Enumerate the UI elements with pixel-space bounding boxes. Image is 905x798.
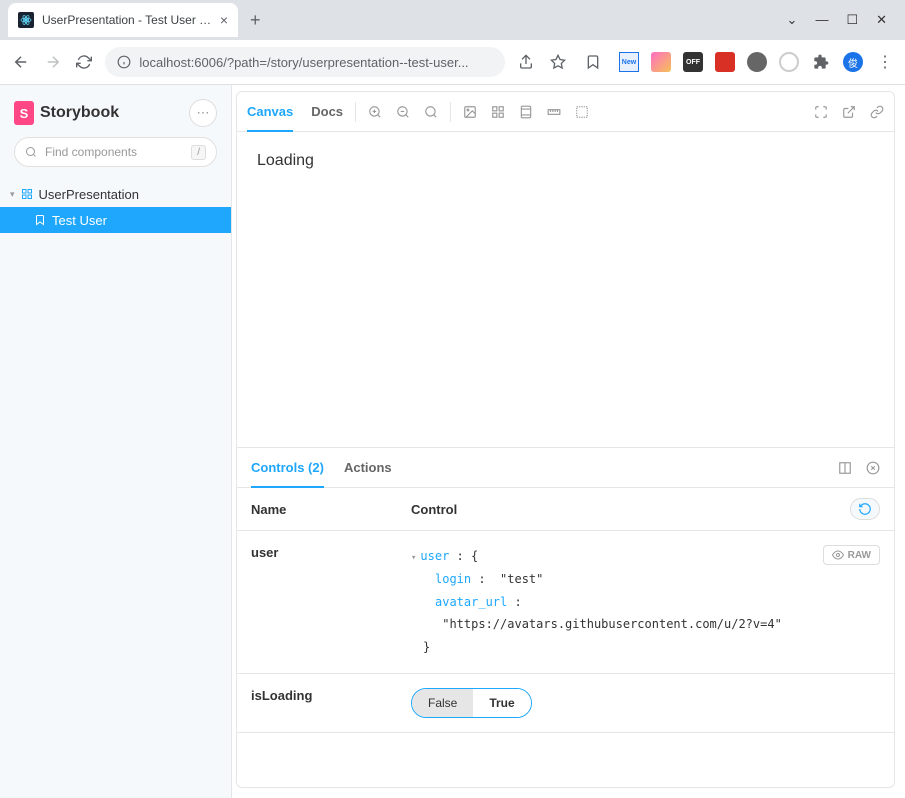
component-icon: [21, 188, 33, 200]
new-tab-button[interactable]: +: [250, 10, 261, 31]
forward-button[interactable]: [42, 48, 64, 76]
viewport-icon[interactable]: [519, 105, 533, 119]
addon-tabs: Controls (2) Actions: [237, 448, 894, 488]
addon-close-icon[interactable]: [866, 461, 880, 475]
bookmark-icon: [34, 214, 46, 226]
tree-component-userpresentation[interactable]: ▾ UserPresentation: [0, 181, 231, 207]
search-wrap: Find components /: [0, 137, 231, 177]
search-input[interactable]: Find components /: [14, 137, 217, 167]
search-icon: [25, 146, 37, 158]
sidebar-header: S Storybook ⋯: [0, 85, 231, 137]
browser-tab[interactable]: UserPresentation - Test User · Sto ×: [8, 3, 238, 37]
control-value-isloading: False True: [411, 688, 880, 718]
zoom-reset-icon[interactable]: [424, 105, 438, 119]
open-new-tab-icon[interactable]: [842, 105, 856, 119]
separator: [355, 102, 356, 122]
reload-button[interactable]: [74, 48, 96, 76]
sidebar-menu-button[interactable]: ⋯: [189, 99, 217, 127]
sidebar: S Storybook ⋯ Find components / ▾ UserPr…: [0, 85, 232, 798]
grid-icon[interactable]: [491, 105, 505, 119]
tab-docs[interactable]: Docs: [311, 92, 343, 131]
extension-pink-icon[interactable]: [651, 52, 671, 72]
background-icon[interactable]: [463, 105, 477, 119]
raw-toggle-button[interactable]: RAW: [823, 545, 880, 565]
control-name-user: user: [251, 545, 411, 560]
chevron-down-icon: ▾: [10, 189, 15, 200]
controls-table: Name Control user ▾user : { login : "tes…: [237, 488, 894, 787]
preview-panel: Canvas Docs: [236, 91, 895, 788]
search-placeholder: Find components: [45, 145, 137, 159]
canvas-content: Loading: [257, 152, 314, 169]
addon-orientation-icon[interactable]: [838, 461, 852, 475]
address-bar: localhost:6006/?path=/story/userpresenta…: [0, 40, 905, 84]
storybook-logo[interactable]: S Storybook: [14, 101, 119, 125]
url-text: localhost:6006/?path=/story/userpresenta…: [139, 55, 468, 70]
chevron-down-icon[interactable]: ⌄: [787, 12, 798, 28]
toggle-false[interactable]: False: [412, 689, 473, 717]
tab-actions[interactable]: Actions: [344, 448, 392, 487]
extensions-area: New OFF 俊 ⋮: [579, 48, 895, 76]
story-canvas: Loading: [237, 132, 894, 447]
tree-component-label: UserPresentation: [39, 187, 139, 202]
addons-panel: Controls (2) Actions Name Control user: [237, 447, 894, 787]
tab-controls[interactable]: Controls (2): [251, 449, 324, 488]
search-shortcut: /: [191, 145, 206, 160]
extension-circle-icon[interactable]: [779, 52, 799, 72]
url-field[interactable]: localhost:6006/?path=/story/userpresenta…: [105, 47, 505, 77]
tab-title: UserPresentation - Test User · Sto: [42, 13, 214, 27]
storybook-logo-icon: S: [14, 101, 34, 125]
zoom-out-icon[interactable]: [396, 105, 410, 119]
fullscreen-icon[interactable]: [814, 105, 828, 119]
extension-gray-icon[interactable]: [747, 52, 767, 72]
main-area: Canvas Docs: [232, 85, 905, 798]
close-icon[interactable]: ✕: [876, 12, 887, 28]
boolean-toggle[interactable]: False True: [411, 688, 532, 718]
window-controls: ⌄ — ☐ ✕: [787, 12, 905, 28]
control-row-isloading: isLoading False True: [237, 674, 894, 733]
extension-red-icon[interactable]: [715, 52, 735, 72]
toolbar: Canvas Docs: [237, 92, 894, 132]
component-tree: ▾ UserPresentation Test User: [0, 177, 231, 233]
extension-new-icon[interactable]: New: [619, 52, 639, 72]
bookmark-icon[interactable]: [579, 48, 607, 76]
share-icon[interactable]: [515, 48, 537, 76]
browser-menu-icon[interactable]: ⋮: [875, 52, 895, 72]
titlebar: UserPresentation - Test User · Sto × + ⌄…: [0, 0, 905, 40]
tab-canvas[interactable]: Canvas: [247, 93, 293, 132]
browser-chrome: UserPresentation - Test User · Sto × + ⌄…: [0, 0, 905, 85]
control-name-isloading: isLoading: [251, 688, 411, 703]
copy-link-icon[interactable]: [870, 105, 884, 119]
col-header-control: Control: [411, 502, 850, 517]
separator: [450, 102, 451, 122]
chevron-down-icon[interactable]: ▾: [411, 553, 416, 563]
controls-header: Name Control: [237, 488, 894, 531]
extension-off-icon[interactable]: OFF: [683, 52, 703, 72]
extensions-puzzle-icon[interactable]: [811, 52, 831, 72]
react-favicon: [18, 12, 34, 28]
eye-icon: [832, 549, 844, 561]
minimize-icon[interactable]: —: [815, 12, 828, 28]
zoom-in-icon[interactable]: [368, 105, 382, 119]
measure-icon[interactable]: [547, 105, 561, 119]
outline-icon[interactable]: [575, 105, 589, 119]
star-icon[interactable]: [547, 48, 569, 76]
storybook-app: S Storybook ⋯ Find components / ▾ UserPr…: [0, 85, 905, 798]
maximize-icon[interactable]: ☐: [846, 12, 858, 28]
control-value-user[interactable]: ▾user : { login : "test" avatar_url : "h…: [411, 545, 823, 659]
tree-story-test-user[interactable]: Test User: [0, 207, 231, 233]
tree-story-label: Test User: [52, 213, 107, 228]
storybook-brand: Storybook: [40, 104, 119, 122]
toggle-true[interactable]: True: [473, 689, 530, 717]
control-row-user: user ▾user : { login : "test" avatar_url…: [237, 531, 894, 674]
tab-close-icon[interactable]: ×: [220, 12, 228, 28]
col-header-name: Name: [251, 502, 411, 517]
back-button[interactable]: [10, 48, 32, 76]
profile-avatar[interactable]: 俊: [843, 52, 863, 72]
info-icon: [117, 55, 131, 69]
reset-controls-button[interactable]: [850, 498, 880, 520]
